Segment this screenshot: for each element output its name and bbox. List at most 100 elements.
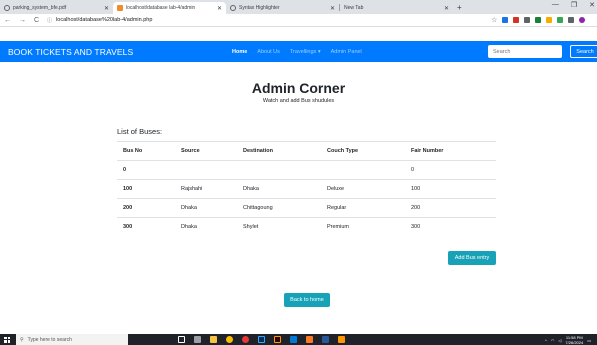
globe-icon [230, 5, 236, 11]
file-explorer-icon[interactable] [210, 336, 217, 343]
page-title: Admin Corner [251, 80, 346, 96]
nav-travellings-dropdown[interactable]: Travellings ▾ [290, 49, 321, 55]
task-view-icon[interactable] [178, 336, 185, 343]
tab-title: New Tab [344, 5, 364, 11]
destination-cell [237, 160, 321, 180]
browser-tab-pdf[interactable]: parking_system_bfe.pdf ✕ [0, 2, 113, 14]
browser-tab-syntax[interactable]: Syntax Highlighter ✕ [226, 2, 339, 14]
column-header: Source [175, 141, 237, 161]
extension-icon[interactable] [513, 17, 520, 23]
chrome-icon[interactable] [226, 336, 233, 343]
photoshop-icon[interactable] [258, 336, 265, 343]
extension-icon[interactable] [557, 17, 564, 23]
source-cell: Rajshahi [175, 179, 237, 199]
bus-no-cell: 300 [117, 217, 175, 237]
bus-no-cell: 100 [117, 179, 175, 199]
bus-no-cell: 0 [117, 160, 175, 180]
search-icon: ⚲ [20, 336, 24, 343]
list-title: List of Buses: [117, 127, 163, 136]
illustrator-icon[interactable] [274, 336, 281, 343]
clock[interactable]: 11:58 PM 7/26/2024 [565, 335, 583, 345]
brand-logo[interactable]: BOOK TICKETS AND TRAVELS [8, 47, 133, 57]
close-window-icon[interactable]: ✕ [589, 1, 595, 9]
tab-title: Syntax Highlighter [239, 5, 280, 11]
couch-type-cell: Regular [321, 198, 405, 218]
extension-icon[interactable] [546, 17, 553, 23]
column-header: Destination [237, 141, 321, 161]
terminal-icon[interactable] [290, 336, 297, 343]
source-cell: Dhaka [175, 198, 237, 218]
couch-type-cell [321, 160, 405, 180]
xampp-icon [117, 5, 123, 11]
fair-number-cell: 200 [405, 198, 496, 218]
close-icon[interactable]: ✕ [330, 5, 335, 12]
page-subtitle: Watch and add Bus shudules [262, 98, 335, 104]
couch-type-cell: Premium [321, 217, 405, 237]
close-icon[interactable]: ✕ [217, 5, 222, 12]
table-row: 300 Dhaka Shylet Premium 300 [117, 217, 496, 237]
address-bar-row: ← → C ⓘ localhost/database%20lab-4/admin… [0, 14, 597, 27]
new-tab-icon[interactable]: + [457, 3, 462, 12]
close-icon[interactable]: ✕ [444, 5, 449, 12]
nav-about[interactable]: About Us [257, 49, 280, 55]
couch-type-cell: Deluxe [321, 179, 405, 199]
widgets-icon[interactable] [194, 336, 201, 343]
browser-tab-admin[interactable]: localhost/database lab-4/admin ✕ [113, 2, 226, 14]
maximize-icon[interactable]: ❐ [571, 1, 577, 9]
taskbar-search-placeholder: Type here to search [27, 336, 72, 343]
sublime-icon[interactable] [338, 336, 345, 343]
nav-home[interactable]: Home [232, 49, 247, 55]
forward-icon[interactable]: → [19, 17, 26, 24]
nav-links: Home About Us Travellings ▾ Admin Panel [232, 49, 362, 55]
bus-table: Bus No Source Destination Couch Type Fai… [117, 141, 496, 237]
nav-admin-panel[interactable]: Admin Panel [331, 49, 362, 55]
notifications-icon[interactable]: ▭ [587, 338, 591, 343]
browser-tab-strip: parking_system_bfe.pdf ✕ localhost/datab… [0, 0, 597, 14]
windows-logo-icon [4, 336, 10, 343]
volume-icon[interactable]: ◁ [558, 338, 561, 343]
puzzle-icon[interactable] [568, 17, 575, 23]
windows-taskbar: ⚲ Type here to search ^ ◠ ◁ 11:58 PM 7/2… [0, 334, 597, 345]
opera-icon[interactable] [242, 336, 249, 343]
wifi-icon[interactable]: ◠ [551, 338, 555, 343]
add-bus-entry-button[interactable]: Add Bus entry [448, 251, 496, 265]
star-icon[interactable]: ☆ [491, 16, 497, 24]
site-navbar: BOOK TICKETS AND TRAVELS Home About Us T… [0, 41, 597, 62]
browser-tab-newtab[interactable]: New Tab ✕ [340, 2, 453, 14]
tab-title: parking_system_bfe.pdf [13, 5, 67, 11]
system-tray: ^ ◠ ◁ 11:58 PM 7/26/2024 ▭ [545, 335, 591, 345]
taskbar-apps [178, 336, 345, 343]
bus-no-cell: 200 [117, 198, 175, 218]
column-header: Bus No [117, 141, 175, 161]
destination-cell: Dhaka [237, 179, 321, 199]
close-icon[interactable]: ✕ [104, 5, 109, 12]
tab-title: localhost/database lab-4/admin [126, 5, 196, 11]
table-row: 200 Dhaka Chittagoung Regular 200 [117, 198, 496, 218]
start-button[interactable] [0, 334, 14, 345]
back-to-home-button[interactable]: Back to home [284, 293, 330, 307]
extension-icon[interactable] [535, 17, 542, 23]
chevron-up-icon[interactable]: ^ [545, 338, 547, 343]
minimize-icon[interactable]: — [552, 1, 559, 9]
url-field[interactable]: ⓘ localhost/database%20lab-4/admin.php [47, 16, 467, 25]
destination-cell: Shylet [237, 217, 321, 237]
search-button[interactable]: Search [570, 45, 597, 58]
word-icon[interactable] [322, 336, 329, 343]
profile-icon[interactable] [579, 17, 586, 23]
fair-number-cell: 300 [405, 217, 496, 237]
search-input[interactable] [488, 45, 562, 58]
column-header: Fair Number [405, 141, 496, 161]
clock-date: 7/26/2024 [565, 340, 584, 345]
reload-icon[interactable]: C [34, 17, 39, 24]
back-icon[interactable]: ← [4, 17, 11, 24]
extension-icon[interactable] [502, 17, 509, 23]
xampp-icon[interactable] [306, 336, 313, 343]
extension-icon[interactable] [524, 17, 531, 23]
info-icon[interactable]: ⓘ [47, 17, 52, 24]
url-text: localhost/database%20lab-4/admin.php [56, 17, 153, 23]
taskbar-search-field[interactable]: ⚲ Type here to search [16, 334, 128, 345]
source-cell: Dhaka [175, 217, 237, 237]
table-row: 0 0 [117, 160, 496, 180]
column-header: Couch Type [321, 141, 405, 161]
destination-cell: Chittagoung [237, 198, 321, 218]
